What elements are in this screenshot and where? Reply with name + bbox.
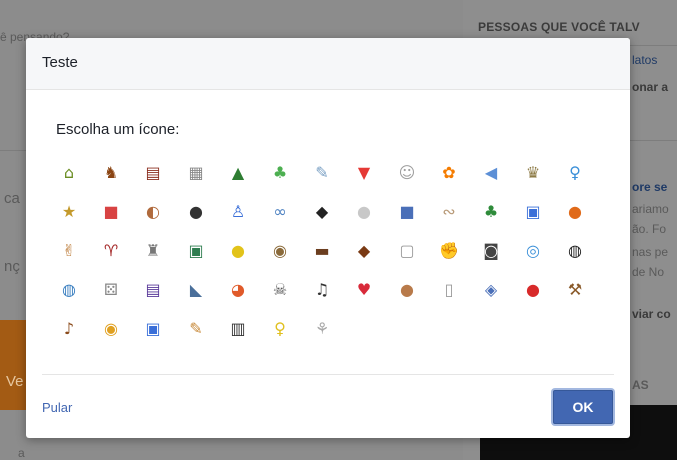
- wine-glass-icon[interactable]: ♈: [98, 238, 124, 264]
- baseball-icon[interactable]: ●: [351, 199, 377, 225]
- tent-icon[interactable]: ▲: [225, 160, 251, 186]
- teddy-bear-icon[interactable]: ●: [394, 277, 420, 303]
- cup-icon[interactable]: ▼: [351, 160, 377, 186]
- background-fragment: de No: [632, 265, 665, 279]
- beach-ball-icon[interactable]: ◕: [225, 277, 251, 303]
- gamepad-icon[interactable]: ▢: [394, 238, 420, 264]
- glasses-icon[interactable]: ∞: [267, 199, 293, 225]
- background-fragment: viar co: [632, 307, 671, 321]
- heartbeat-icon[interactable]: ♥: [351, 277, 377, 303]
- skull-icon[interactable]: ☠: [267, 277, 293, 303]
- globe-icon[interactable]: ◍: [56, 277, 82, 303]
- ok-button[interactable]: OK: [553, 390, 613, 424]
- flask-icon[interactable]: ♙: [225, 199, 251, 225]
- light-bulb-icon[interactable]: ♀: [267, 316, 293, 342]
- hockey-puck-icon[interactable]: ●: [183, 199, 209, 225]
- background-fragment: onar a: [632, 80, 669, 94]
- trophy-icon[interactable]: ♛: [520, 160, 546, 186]
- fishbowl-icon[interactable]: ◎: [520, 238, 546, 264]
- thumbs-up-icon[interactable]: ▣: [520, 199, 546, 225]
- theater-masks-icon[interactable]: ☺: [394, 160, 420, 186]
- palette-icon[interactable]: ✎: [183, 316, 209, 342]
- background-fragment: nas pe: [632, 245, 669, 259]
- calculator-icon[interactable]: ▦: [183, 160, 209, 186]
- dialog-header: Teste: [26, 38, 630, 90]
- background-fragment: ariamo: [632, 202, 669, 216]
- tennis-ball-icon[interactable]: ●: [225, 238, 251, 264]
- background-fragment: ore se: [632, 180, 668, 194]
- plant-icon[interactable]: ♣: [267, 160, 293, 186]
- football-icon[interactable]: ◆: [351, 238, 377, 264]
- background-fragment: ca: [4, 190, 20, 207]
- background-fragment: Ve: [6, 373, 24, 390]
- dice-icon[interactable]: ⚄: [98, 277, 124, 303]
- gavel-icon[interactable]: ⚒: [562, 277, 588, 303]
- star-badge-icon[interactable]: ★: [56, 199, 82, 225]
- mug-icon[interactable]: ▯: [436, 277, 462, 303]
- contacts-icon[interactable]: ▣: [140, 316, 166, 342]
- dove-icon[interactable]: ⚘: [309, 316, 335, 342]
- book-icon[interactable]: ▥: [225, 316, 251, 342]
- footer-divider: [42, 374, 614, 375]
- chip-icon[interactable]: ▣: [183, 238, 209, 264]
- dialog-title: Teste: [42, 54, 78, 71]
- background-fragment: ão. Fo: [632, 222, 667, 236]
- horse-icon[interactable]: ♞: [98, 160, 124, 186]
- furniture-icon[interactable]: ▤: [140, 160, 166, 186]
- background-people-header: PESSOAS QUE VOCÊ TALV: [478, 20, 640, 34]
- quill-icon[interactable]: ✎: [309, 160, 335, 186]
- gift-icon[interactable]: ■: [98, 199, 124, 225]
- megaphone-icon[interactable]: ◀: [478, 160, 504, 186]
- tree-icon[interactable]: ♣: [478, 199, 504, 225]
- soccer-ball-icon[interactable]: ◍: [562, 238, 588, 264]
- rock-hand-icon[interactable]: ✌: [56, 238, 82, 264]
- pin-icon[interactable]: ♀: [562, 160, 588, 186]
- music-sheet-icon[interactable]: ♫: [309, 277, 335, 303]
- camera-icon[interactable]: ◙: [478, 238, 504, 264]
- paw-icon[interactable]: ◉: [267, 238, 293, 264]
- chess-rook-icon[interactable]: ♜: [140, 238, 166, 264]
- bone-icon[interactable]: ∾: [436, 199, 462, 225]
- background-orange-block: [0, 320, 28, 410]
- background-divider: [0, 150, 26, 151]
- background-fragment: nç: [4, 258, 20, 275]
- guitar-icon[interactable]: ♪: [56, 316, 82, 342]
- shield-icon[interactable]: ◈: [478, 277, 504, 303]
- planet-icon[interactable]: ◐: [140, 199, 166, 225]
- choose-icon-label: Escolha um ícone:: [56, 121, 180, 138]
- background-fragment: AS: [632, 378, 649, 392]
- apple-icon[interactable]: ●: [520, 277, 546, 303]
- house-icon[interactable]: ⌂: [56, 160, 82, 186]
- skip-link[interactable]: Pular: [42, 400, 72, 415]
- sneaker-icon[interactable]: ◣: [183, 277, 209, 303]
- background-fragment: latos: [632, 53, 658, 67]
- briefcase-icon[interactable]: ▬: [309, 238, 335, 264]
- graduation-cap-icon[interactable]: ◆: [309, 199, 335, 225]
- coin-icon[interactable]: ◉: [98, 316, 124, 342]
- fist-icon[interactable]: ✊: [436, 238, 462, 264]
- notebook-icon[interactable]: ■: [394, 199, 420, 225]
- basketball-icon[interactable]: ●: [562, 199, 588, 225]
- clapperboard-icon[interactable]: ▤: [140, 277, 166, 303]
- background-fragment: a: [18, 446, 25, 460]
- flower-icon[interactable]: ✿: [436, 160, 462, 186]
- choose-icon-dialog: Teste Escolha um ícone: ⌂ ♞ ▤ ▦ ▲ ♣ ✎ ▼ ☺ ✿ ◀ ♛ ♀ ★ ■ ◐…: [26, 38, 630, 438]
